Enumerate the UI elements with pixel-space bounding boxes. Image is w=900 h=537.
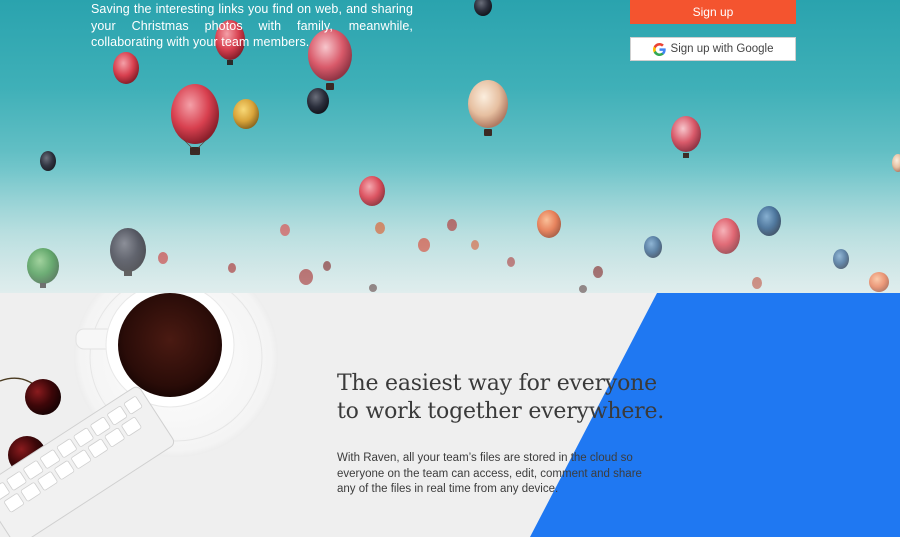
hero-description: Saving the interesting links you find on… bbox=[91, 2, 413, 49]
sign-up-button-label: Sign up bbox=[692, 5, 734, 19]
sign-up-button[interactable]: Sign up bbox=[630, 0, 796, 24]
feature-headline-line-1: The easiest way for everyone bbox=[337, 371, 657, 396]
feature-section: The easiest way for everyone to work tog… bbox=[0, 293, 900, 537]
google-sign-up-label: Sign up with Google bbox=[670, 43, 774, 55]
hero-section: Saving the interesting links you find on… bbox=[0, 0, 900, 293]
feature-headline: The easiest way for everyone to work tog… bbox=[337, 370, 697, 426]
google-icon bbox=[652, 42, 666, 56]
google-sign-up-button[interactable]: Sign up with Google bbox=[630, 37, 796, 61]
feature-description: With Raven, all your team’s files are st… bbox=[337, 452, 642, 495]
feature-headline-line-2: to work together everywhere. bbox=[337, 399, 665, 424]
